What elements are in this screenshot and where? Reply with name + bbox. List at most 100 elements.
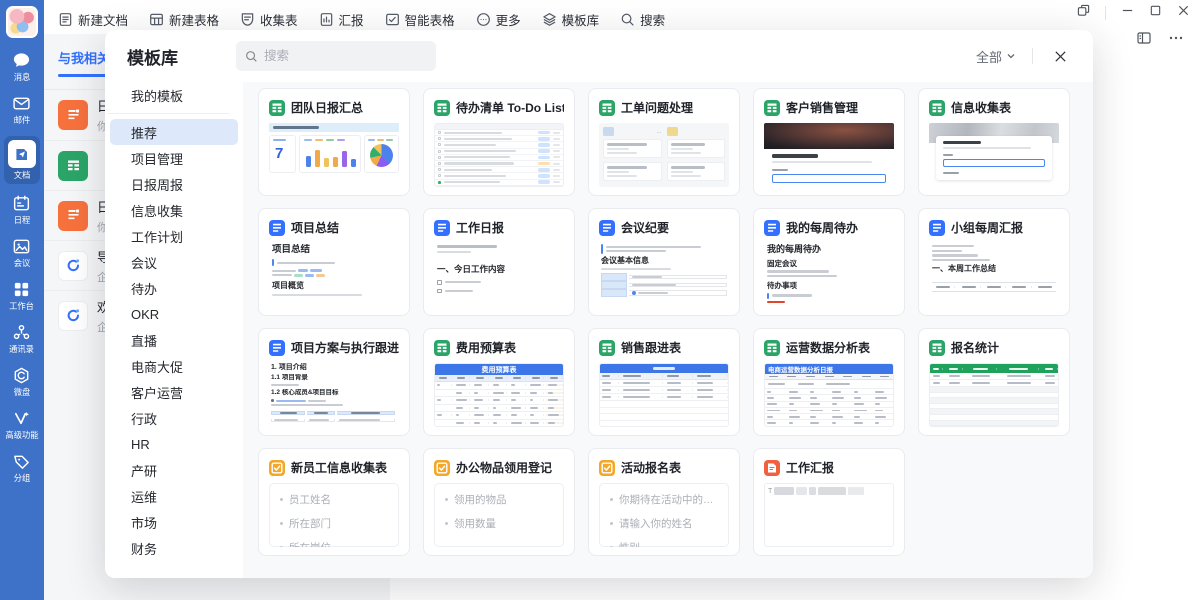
toolbar-item-more[interactable]: 更多 bbox=[476, 10, 521, 29]
menu-item-8[interactable]: 直播 bbox=[110, 327, 238, 353]
minimize-icon[interactable] bbox=[1121, 4, 1134, 22]
template-card[interactable]: 工单问题处理... bbox=[588, 88, 740, 196]
sidebar-item-calendar[interactable]: 日程 bbox=[4, 193, 40, 225]
toolbar-item-report[interactable]: 汇报 bbox=[319, 10, 364, 29]
tab-related-to-me[interactable]: 与我相关 bbox=[58, 48, 110, 77]
toolbar-item-template-library[interactable]: 模板库 bbox=[542, 10, 600, 29]
text-bar bbox=[667, 127, 678, 136]
menu-item-4[interactable]: 工作计划 bbox=[110, 223, 238, 249]
menu-item-9[interactable]: 电商大促 bbox=[110, 353, 238, 379]
sidebar-item-contacts[interactable]: 通讯录 bbox=[4, 322, 40, 354]
template-card-preview: ... bbox=[599, 123, 729, 187]
template-card[interactable]: 客户销售管理 bbox=[753, 88, 905, 196]
mail-icon bbox=[12, 93, 32, 113]
template-card[interactable]: 运营数据分析表电商运营数据分析日报 bbox=[753, 328, 905, 436]
template-card[interactable]: 费用预算表费用预算表 bbox=[423, 328, 575, 436]
template-card[interactable]: 报名统计 bbox=[918, 328, 1070, 436]
template-card[interactable]: 项目总结项目总结项目概览 bbox=[258, 208, 410, 316]
filter-dropdown[interactable]: 全部 bbox=[976, 47, 1016, 66]
cell bbox=[787, 403, 807, 405]
template-card[interactable]: 项目方案与执行跟进1. 项目介绍1.1 项目背景1.2 核心成员&项目目标 bbox=[258, 328, 410, 436]
template-card[interactable]: 活动报名表你期待在活动中的收获…请输入你的姓名性别你所在部门 bbox=[588, 448, 740, 556]
text-bar bbox=[439, 377, 447, 379]
template-card[interactable]: 小组每周汇报一、本周工作总结 bbox=[918, 208, 1070, 316]
menu-item-13[interactable]: 产研 bbox=[110, 457, 238, 483]
sidebar-item-meetings[interactable]: 会议 bbox=[4, 236, 40, 268]
cell bbox=[454, 384, 471, 386]
cell bbox=[528, 392, 545, 394]
menu-item-2[interactable]: 日报周报 bbox=[110, 171, 238, 197]
template-card[interactable]: 工作汇报T bbox=[753, 448, 905, 556]
popout-icon[interactable] bbox=[1077, 4, 1090, 22]
tab-label: 与我相关 bbox=[58, 48, 110, 67]
preview-form-fields: 员工姓名所在部门所在岗位民族 bbox=[269, 483, 399, 547]
template-card-preview: 一、今日工作内容 bbox=[434, 243, 564, 307]
template-card[interactable]: 信息收集表 bbox=[918, 88, 1070, 196]
menu-item-7[interactable]: OKR bbox=[110, 301, 238, 327]
menu-item-3[interactable]: 信息收集 bbox=[110, 197, 238, 223]
menu-item-5[interactable]: 会议 bbox=[110, 249, 238, 275]
tab-active-underline bbox=[58, 74, 110, 77]
sidebar-item-label: 会议 bbox=[14, 259, 31, 267]
text-bar bbox=[789, 403, 794, 405]
toolbar-item-search[interactable]: 搜索 bbox=[620, 10, 665, 29]
toolbar-item-new-doc[interactable]: 新建文档 bbox=[58, 10, 128, 29]
assistant-icon bbox=[58, 251, 88, 281]
menu-item-1[interactable]: 项目管理 bbox=[110, 145, 238, 171]
sidebar-item-messages[interactable]: 消息 bbox=[4, 50, 40, 82]
sidebar-item-mail[interactable]: 邮件 bbox=[4, 93, 40, 125]
menu-item-10[interactable]: 客户运营 bbox=[110, 379, 238, 405]
menu-item-15[interactable]: 市场 bbox=[110, 509, 238, 535]
template-card[interactable]: 待办清单 To-Do List bbox=[423, 88, 575, 196]
text-bar bbox=[832, 410, 840, 412]
menu-item-12[interactable]: HR bbox=[110, 431, 238, 457]
text-bar bbox=[444, 175, 506, 177]
sidebar-item-docs[interactable]: 文档 bbox=[4, 136, 40, 184]
more-actions-icon[interactable] bbox=[1168, 30, 1184, 51]
user-avatar[interactable] bbox=[6, 6, 38, 38]
row: T bbox=[768, 487, 890, 495]
close-window-icon[interactable] bbox=[1177, 4, 1190, 22]
menu-item-6[interactable]: 待办 bbox=[110, 275, 238, 301]
text-bar bbox=[843, 376, 852, 378]
sidebar-item-advanced[interactable]: 高级功能 bbox=[4, 408, 40, 440]
header-cell bbox=[307, 411, 335, 415]
cell bbox=[765, 422, 785, 424]
close-icon[interactable] bbox=[1049, 45, 1071, 67]
toolbar-item-new-sheet[interactable]: 新建表格 bbox=[149, 10, 219, 29]
menu-item-14[interactable]: 运维 bbox=[110, 483, 238, 509]
row bbox=[600, 380, 728, 387]
sidebar-item-drive[interactable]: 微盘 bbox=[4, 365, 40, 397]
template-search-input[interactable] bbox=[264, 49, 427, 63]
text-bar bbox=[274, 419, 298, 421]
template-card[interactable]: 销售跟进表 bbox=[588, 328, 740, 436]
text-bar bbox=[854, 397, 861, 399]
text-bar bbox=[789, 416, 800, 418]
template-card[interactable]: 办公物品领用登记领用的物品领用数量 bbox=[423, 448, 575, 556]
template-search bbox=[236, 41, 436, 71]
cell bbox=[454, 422, 471, 424]
template-card[interactable]: 我的每周待办我的每周待办固定会议待办事项 bbox=[753, 208, 905, 316]
toolbar-item-smart-sheet[interactable]: 智能表格 bbox=[385, 10, 455, 29]
template-card[interactable]: 团队日报汇总7 bbox=[258, 88, 410, 196]
field-label: 你期待在活动中的收获… bbox=[619, 492, 718, 507]
row bbox=[271, 409, 397, 417]
cell bbox=[873, 416, 893, 418]
maximize-icon[interactable] bbox=[1149, 4, 1162, 22]
template-card[interactable]: 会议纪要会议基本信息 bbox=[588, 208, 740, 316]
text-bar bbox=[530, 392, 537, 394]
panel-bar-chart bbox=[299, 135, 361, 173]
menu-item-0[interactable]: 推荐 bbox=[110, 119, 238, 145]
sidebar-item-workbench[interactable]: 工作台 bbox=[4, 279, 40, 311]
row bbox=[601, 289, 727, 297]
template-type-doc-icon bbox=[434, 220, 450, 236]
menu-item-16[interactable]: 财务 bbox=[110, 535, 238, 561]
template-card[interactable]: 新员工信息收集表员工姓名所在部门所在岗位民族 bbox=[258, 448, 410, 556]
template-card[interactable]: 工作日报一、今日工作内容 bbox=[423, 208, 575, 316]
layout-panel-icon[interactable] bbox=[1136, 30, 1152, 51]
sidebar-item-groups[interactable]: 分组 bbox=[4, 451, 40, 483]
menu-item-my-templates[interactable]: 我的模板 bbox=[110, 82, 238, 108]
toolbar-item-collect-form[interactable]: 收集表 bbox=[240, 10, 298, 29]
text-bar bbox=[832, 397, 844, 399]
menu-item-11[interactable]: 行政 bbox=[110, 405, 238, 431]
